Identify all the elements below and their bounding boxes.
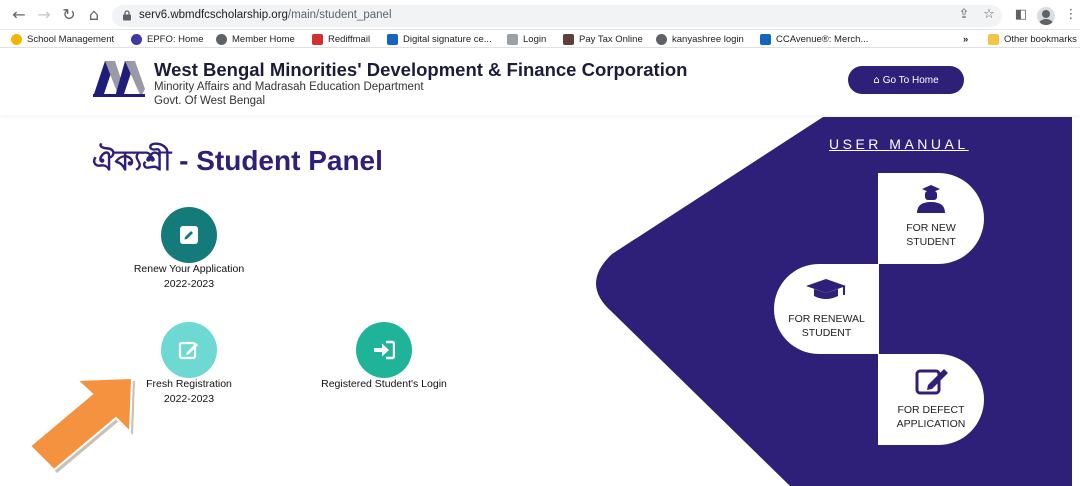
page-title: ঐক্যশ্রী - Student Panel <box>92 145 383 176</box>
other-bookmarks[interactable]: Other bookmarks <box>988 32 1077 46</box>
bookmark-star-icon[interactable]: ☆ <box>980 6 998 24</box>
registered-student-login-label[interactable]: Registered Student's Login <box>304 377 464 392</box>
fresh-registration-button[interactable] <box>161 322 217 378</box>
document-icon <box>507 33 518 45</box>
ccavenue-favicon <box>760 33 771 45</box>
lock-icon <box>123 10 131 21</box>
go-to-home-button[interactable]: ⌂ Go To Home <box>848 66 964 94</box>
bookmark-item[interactable]: kanyashree login <box>656 32 744 46</box>
browser-toolbar: ← → ↻ ⌂ serv6.wbmdfcscholarship.org/main… <box>0 0 1080 30</box>
manual-new-student[interactable]: FOR NEW STUDENT <box>878 173 984 264</box>
profile-avatar[interactable] <box>1037 7 1055 25</box>
rediffmail-favicon <box>312 33 323 45</box>
digital-signature-favicon <box>387 33 398 45</box>
manual-renewal-student[interactable]: FOR RENEWAL STUDENT <box>774 264 879 354</box>
user-manual-title[interactable]: USER MANUAL <box>829 136 969 152</box>
registered-student-login-button[interactable] <box>356 322 412 378</box>
side-panel-icon[interactable]: ◧ <box>1012 6 1030 24</box>
edit-icon <box>178 341 198 360</box>
bookmarks-bar: School Management EPFO: Home Member Home… <box>0 30 1080 48</box>
reload-icon[interactable]: ↻ <box>60 6 78 24</box>
bookmark-item[interactable]: Login <box>507 32 546 46</box>
manual-defect-application[interactable]: FOR DEFECT APPLICATION <box>878 354 984 445</box>
government-name: Govt. Of West Bengal <box>154 95 266 107</box>
student-icon <box>917 185 945 213</box>
department-name: Minority Affairs and Madrasah Education … <box>154 81 424 93</box>
bookmark-item[interactable]: Pay Tax Online <box>563 32 643 46</box>
bookmark-item[interactable]: EPFO: Home <box>131 32 204 46</box>
home-icon: ⌂ <box>873 74 880 86</box>
epfo-favicon <box>131 33 142 45</box>
edit-icon <box>180 226 198 244</box>
more-bookmarks-button[interactable]: » <box>963 32 968 46</box>
back-icon[interactable]: ← <box>10 6 28 24</box>
bookmark-item[interactable]: Rediffmail <box>312 32 370 46</box>
login-icon <box>374 340 395 360</box>
bookmark-item[interactable]: Member Home <box>216 32 295 46</box>
wbmdfc-logo <box>93 61 145 97</box>
renew-application-button[interactable] <box>161 207 217 263</box>
graduation-cap-icon <box>806 279 846 299</box>
home-icon[interactable]: ⌂ <box>85 6 103 24</box>
folder-icon <box>988 33 999 45</box>
bookmark-item[interactable]: Digital signature ce... <box>387 32 492 46</box>
forward-icon[interactable]: → <box>35 6 53 24</box>
globe-icon <box>216 33 227 45</box>
globe-icon <box>656 33 667 45</box>
url-text: serv6.wbmdfcscholarship.org/main/student… <box>139 9 392 21</box>
share-icon[interactable]: ⇪ <box>955 6 973 24</box>
school-management-favicon <box>11 33 22 45</box>
emblem-icon <box>563 33 574 45</box>
org-name: West Bengal Minorities' Development & Fi… <box>154 59 688 80</box>
edit-icon <box>915 369 948 395</box>
bookmark-item[interactable]: School Management <box>11 32 114 46</box>
bookmark-item[interactable]: CCAvenue®: Merch... <box>760 32 868 46</box>
menu-icon[interactable]: ⋮ <box>1062 6 1080 24</box>
annotation-arrow-icon <box>28 376 135 473</box>
address-bar[interactable]: serv6.wbmdfcscholarship.org/main/student… <box>112 5 1002 27</box>
renew-application-label[interactable]: Renew Your Application 2022-2023 <box>120 262 258 292</box>
